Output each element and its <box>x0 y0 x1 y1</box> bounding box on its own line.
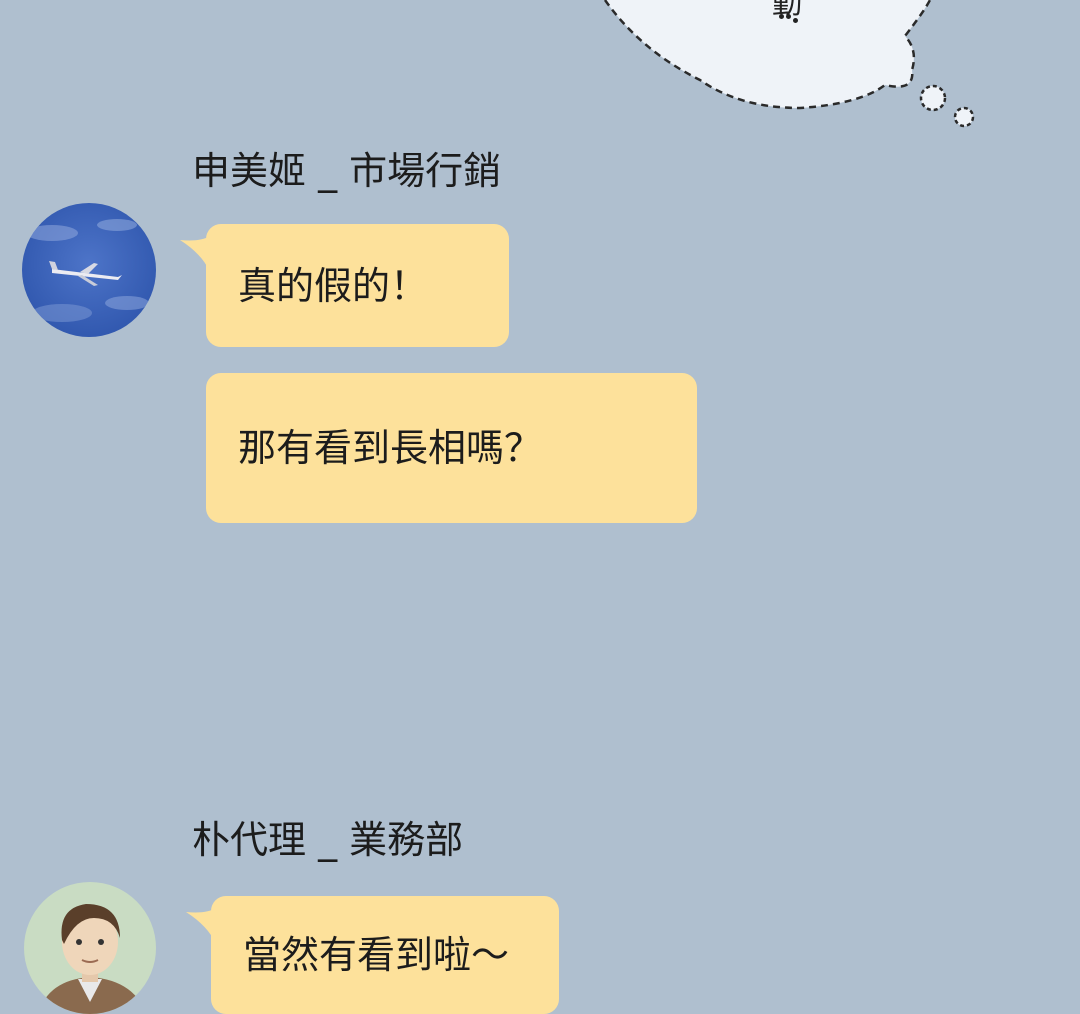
sender-name: 申美姬 _ 市場行銷 <box>192 149 502 193</box>
airplane-sky-avatar[interactable] <box>22 203 156 337</box>
man-portrait-avatar[interactable] <box>24 882 156 1014</box>
thought-bubble <box>603 0 975 128</box>
sender-name: 朴代理 _ 業務部 <box>192 818 464 862</box>
thought-dot-large <box>919 84 947 112</box>
message-text: 那有看到長相嗎？ <box>238 426 543 470</box>
message-bubble[interactable]: 真的假的！ <box>206 224 509 347</box>
message-bubble[interactable]: 當然有看到啦～ <box>211 896 559 1014</box>
message-bubble[interactable]: 那有看到長相嗎？ <box>206 373 697 523</box>
message-text: 當然有看到啦～ <box>243 933 510 977</box>
thought-dot-small <box>953 106 975 128</box>
message-text: 真的假的！ <box>238 263 429 308</box>
thought-ellipsis <box>779 14 798 30</box>
